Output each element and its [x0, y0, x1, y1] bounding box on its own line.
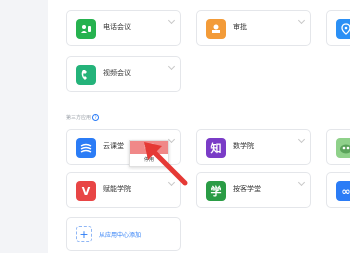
app-card-location[interactable]	[326, 10, 350, 46]
third-party-section-title: 第三方应用?	[66, 114, 100, 121]
app-card-cartoon[interactable]	[326, 129, 350, 165]
help-icon[interactable]: ?	[92, 114, 100, 121]
approval-stamp-icon	[206, 19, 226, 39]
app-label: 电话会议	[103, 23, 131, 31]
cloud-class-icon	[76, 138, 96, 158]
app-label: 按客学堂	[233, 185, 261, 193]
plus-icon: +	[76, 226, 92, 242]
chevron-down-icon[interactable]	[297, 16, 306, 25]
app-label: 审批	[233, 23, 247, 31]
app-label: 数学院	[233, 142, 254, 150]
app-card-xue[interactable]: 学 按客学堂	[196, 172, 311, 208]
app-label: 视频会议	[103, 69, 131, 77]
zhi-icon: 知	[206, 138, 226, 158]
red-arrow-annotation	[144, 142, 188, 186]
chevron-down-icon[interactable]	[297, 135, 306, 144]
location-pin-icon	[336, 19, 350, 39]
app-card-zhi[interactable]: 知 数学院	[196, 129, 311, 165]
xue-icon: 学	[206, 181, 226, 201]
phone-conference-icon	[76, 19, 96, 39]
v-icon: V	[76, 181, 96, 201]
add-from-app-center-button[interactable]: + 从应用中心添加	[66, 217, 181, 251]
app-label: 赋能学院	[103, 185, 131, 193]
app-card-infinity[interactable]: ∞	[326, 172, 350, 208]
infinity-icon: ∞	[336, 181, 350, 201]
app-label: 云课堂	[103, 142, 124, 150]
app-card-approval[interactable]: 审批	[196, 10, 311, 46]
cartoon-icon	[336, 138, 350, 158]
video-call-icon	[76, 65, 96, 85]
chevron-down-icon[interactable]	[167, 62, 176, 71]
app-card-phone-conference[interactable]: 电话会议	[66, 10, 181, 46]
chevron-down-icon[interactable]	[167, 16, 176, 25]
section-title-text: 第三方应用	[66, 115, 92, 121]
chevron-down-icon[interactable]	[297, 178, 306, 187]
add-from-app-center-label: 从应用中心添加	[99, 232, 142, 239]
app-card-video-conference[interactable]: 视频会议	[66, 56, 181, 92]
